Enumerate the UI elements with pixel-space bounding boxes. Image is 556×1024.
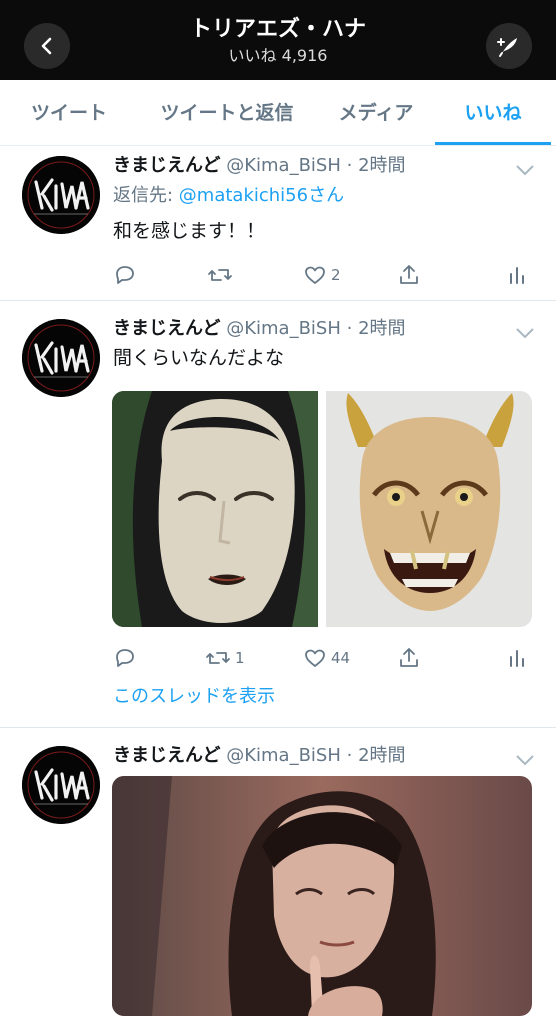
tab-tweets-and-replies[interactable]: ツイートと返信 (146, 80, 308, 146)
profile-tabs: ツイート ツイートと返信 メディア いいね (0, 80, 556, 146)
display-name[interactable]: きまじえんど (113, 155, 220, 176)
show-thread-link[interactable]: このスレッドを表示 (113, 685, 275, 709)
user-handle[interactable]: @Kima_BiSH (226, 155, 341, 176)
reply-to-line: 返信先: @matakichi56さん (113, 184, 344, 208)
reply-icon (116, 266, 134, 284)
chevron-down-icon[interactable] (514, 752, 536, 768)
tweet-image-photo[interactable] (112, 776, 532, 1016)
tweet-image-noh-mask[interactable] (112, 391, 318, 627)
share-icon (400, 265, 418, 284)
reply-icon (116, 649, 134, 667)
tweet-time: · 2時間 (346, 318, 406, 339)
tab-media[interactable]: メディア (324, 80, 428, 146)
avatar-logo-image (22, 746, 100, 824)
tweet-actions: 1 44 (113, 643, 533, 673)
tweet[interactable]: きまじえんど @Kima_BiSH · 2時間 (0, 728, 556, 1024)
chevron-down-icon[interactable] (514, 325, 536, 341)
retweet-button[interactable]: 1 (205, 643, 245, 673)
reply-mention-link[interactable]: @matakichi56さん (179, 185, 344, 206)
retweet-count: 1 (235, 649, 245, 667)
like-button[interactable]: 44 (303, 643, 350, 673)
share-icon (400, 648, 418, 667)
tab-likes[interactable]: いいね (435, 80, 551, 146)
analytics-button[interactable] (507, 260, 527, 290)
like-count: 2 (331, 266, 341, 284)
reply-button[interactable] (113, 643, 137, 673)
avatar-logo-image (22, 156, 100, 234)
likes-number: 4,916 (281, 46, 328, 65)
chevron-down-icon[interactable] (514, 162, 536, 178)
avatar[interactable] (22, 746, 100, 824)
avatar[interactable] (22, 156, 100, 234)
user-handle[interactable]: @Kima_BiSH (226, 318, 341, 339)
concert-photo-image (112, 776, 532, 1016)
active-tab-indicator (435, 142, 551, 145)
tab-tweets[interactable]: ツイート (10, 80, 128, 146)
reply-prefix: 返信先: (113, 185, 179, 206)
tweet-time: · 2時間 (346, 745, 406, 766)
like-button[interactable]: 2 (303, 260, 341, 290)
compose-tweet-icon (497, 38, 517, 57)
profile-header: トリアエズ・ハナ いいね 4,916 (0, 0, 556, 80)
noh-mask-image (112, 391, 318, 627)
tweet-text: 和を感じます！！ (113, 220, 266, 242)
avatar-logo-image (22, 319, 100, 397)
retweet-button[interactable] (207, 260, 233, 290)
tweet-meta: きまじえんど @Kima_BiSH · 2時間 (113, 317, 406, 341)
reply-button[interactable] (113, 260, 137, 290)
hannya-mask-image (326, 391, 532, 627)
analytics-button[interactable] (507, 643, 527, 673)
display-name[interactable]: きまじえんど (113, 318, 220, 339)
tweet[interactable]: きまじえんど @Kima_BiSH · 2時間 返信先: @matakichi5… (0, 146, 556, 300)
retweet-icon (208, 269, 232, 281)
analytics-icon (510, 650, 524, 667)
display-name[interactable]: きまじえんど (113, 745, 220, 766)
heart-icon (305, 649, 325, 667)
tweet-image-hannya-mask[interactable] (326, 391, 532, 627)
tweet-meta: きまじえんど @Kima_BiSH · 2時間 (113, 744, 406, 768)
share-button[interactable] (397, 643, 421, 673)
retweet-icon (206, 652, 230, 664)
analytics-icon (510, 267, 524, 284)
tweet-time: · 2時間 (346, 155, 406, 176)
tweet-actions: 2 (113, 260, 533, 290)
page-title: トリアエズ・ハナ (189, 17, 366, 42)
like-count: 44 (331, 649, 351, 667)
user-handle[interactable]: @Kima_BiSH (226, 745, 341, 766)
compose-button[interactable] (486, 23, 532, 69)
avatar[interactable] (22, 319, 100, 397)
tweet-meta: きまじえんど @Kima_BiSH · 2時間 (113, 154, 406, 178)
share-button[interactable] (397, 260, 421, 290)
tweet[interactable]: きまじえんど @Kima_BiSH · 2時間 間くらいなんだよな 1 44 こ… (0, 301, 556, 726)
likes-count-label: いいね 4,916 (0, 46, 556, 66)
likes-label: いいね (228, 46, 277, 65)
heart-icon (305, 266, 325, 284)
tweet-text: 間くらいなんだよな (113, 347, 285, 369)
